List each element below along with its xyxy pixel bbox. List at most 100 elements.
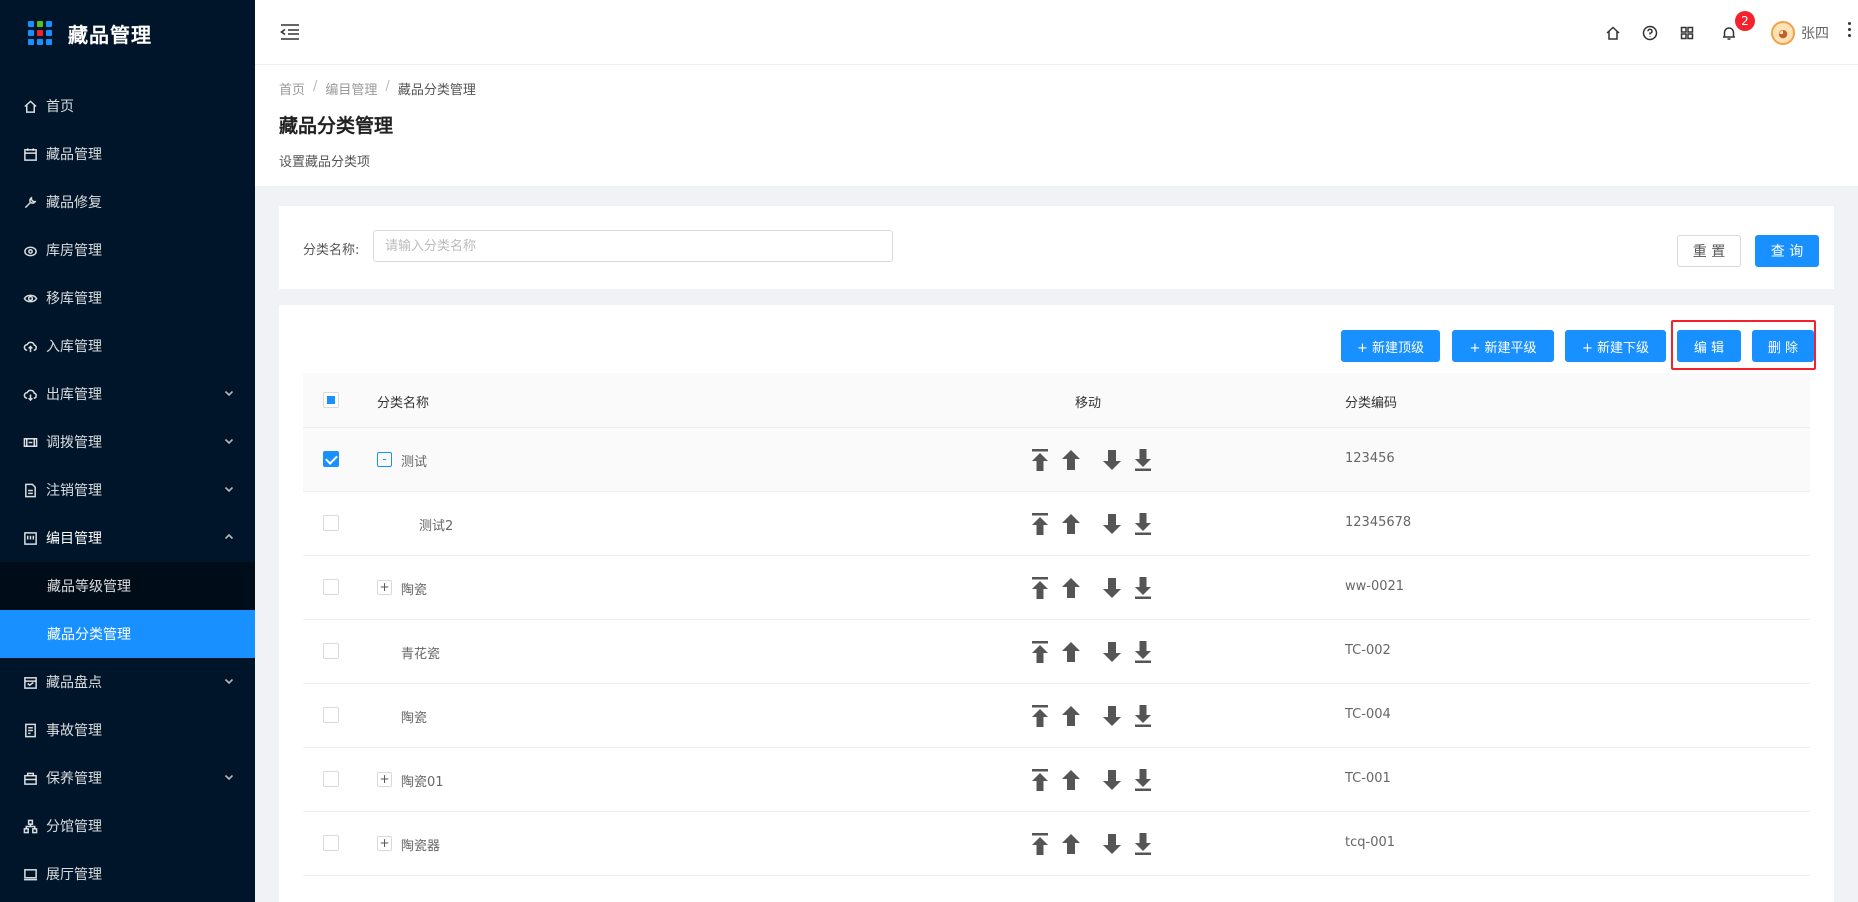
breadcrumb-catalog[interactable]: 编目管理 [325,79,377,98]
row-checkbox[interactable] [323,515,339,531]
sidebar-item-restoration[interactable]: 藏品修复 [0,178,255,226]
move-up-icon[interactable] [1058,510,1084,538]
move-up-icon[interactable] [1058,446,1084,474]
chevron-down-icon [223,483,235,495]
move-controls [1027,510,1161,538]
move-up-icon[interactable] [1058,702,1084,730]
sidebar-item-home[interactable]: 首页 [0,82,255,130]
logo: 藏品管理 [0,0,255,66]
sidebar-item-label: 移库管理 [46,291,102,307]
sidebar-item-collection-category[interactable]: 藏品分类管理 [0,610,255,658]
move-down-icon[interactable] [1099,574,1125,602]
maintenance-icon [22,770,38,786]
catalog-icon [22,530,38,546]
move-up-icon[interactable] [1058,766,1084,794]
query-button[interactable]: 查 询 [1755,235,1819,267]
move-to-top-icon[interactable] [1027,766,1053,794]
new-child-button[interactable]: + 新建下级 [1565,330,1666,362]
move-down-icon[interactable] [1099,702,1125,730]
home-icon[interactable] [1605,25,1621,41]
move-to-bottom-icon[interactable] [1130,702,1156,730]
branch-icon [22,818,38,834]
sidebar-item-collections[interactable]: 藏品管理 [0,130,255,178]
sidebar-item-label: 藏品修复 [46,195,102,211]
move-down-icon[interactable] [1099,446,1125,474]
collapse-row-button[interactable]: - [377,452,392,467]
apps-icon[interactable] [1679,25,1695,41]
breadcrumb-home[interactable]: 首页 [279,79,305,98]
category-name-cell: 陶瓷 [401,711,428,726]
sidebar-item-inbound[interactable]: 入库管理 [0,322,255,370]
select-all-checkbox[interactable] [323,392,339,408]
move-down-icon[interactable] [1099,766,1125,794]
sidebar-item-inventory[interactable]: 藏品盘点 [0,658,255,706]
category-name-input[interactable] [373,230,893,262]
sidebar-item-accident[interactable]: 事故管理 [0,706,255,754]
table-row[interactable]: - 测试 123456 [303,428,1810,492]
menu-fold-icon[interactable] [279,22,301,42]
move-to-top-icon[interactable] [1027,446,1053,474]
sidebar-menu: 首页 藏品管理 藏品修复 库房管理 移库管理 入库管理 出库管理 调拨管理 注销… [0,82,255,898]
move-to-top-icon[interactable] [1027,574,1053,602]
sidebar-item-label: 分馆管理 [46,819,102,835]
search-form: 分类名称: 重 置 查 询 [279,206,1834,289]
table-row[interactable]: + 陶瓷 ww-0021 [303,556,1810,620]
sidebar-item-transfer-storage[interactable]: 移库管理 [0,274,255,322]
calendar-icon [22,146,38,162]
sidebar-item-branch[interactable]: 分馆管理 [0,802,255,850]
move-to-bottom-icon[interactable] [1130,766,1156,794]
row-checkbox[interactable] [323,707,339,723]
expand-row-button[interactable]: + [377,580,392,595]
sidebar-item-catalog[interactable]: 编目管理 [0,514,255,562]
move-to-bottom-icon[interactable] [1130,510,1156,538]
table-row[interactable]: 青花瓷 TC-002 [303,620,1810,684]
move-to-top-icon[interactable] [1027,702,1053,730]
username[interactable]: 张四 [1801,23,1829,43]
file-icon [22,482,38,498]
table-row[interactable]: 测试2 12345678 [303,492,1810,556]
sidebar-item-warehouse[interactable]: 库房管理 [0,226,255,274]
avatar[interactable]: ◕ [1771,21,1795,45]
reset-button[interactable]: 重 置 [1677,235,1741,267]
row-checkbox[interactable] [323,771,339,787]
category-code-cell: TC-001 [1345,771,1391,786]
move-down-icon[interactable] [1099,638,1125,666]
move-up-icon[interactable] [1058,574,1084,602]
sidebar-item-cancellation[interactable]: 注销管理 [0,466,255,514]
new-top-level-button[interactable]: + 新建顶级 [1341,330,1440,362]
move-up-icon[interactable] [1058,638,1084,666]
table-row[interactable]: + 陶瓷01 TC-001 [303,748,1810,812]
sidebar-item-allocation[interactable]: 调拨管理 [0,418,255,466]
move-to-top-icon[interactable] [1027,510,1053,538]
sidebar-item-maintenance[interactable]: 保养管理 [0,754,255,802]
more-vertical-icon[interactable] [1848,22,1852,40]
row-checkbox[interactable] [323,643,339,659]
move-to-bottom-icon[interactable] [1130,638,1156,666]
sidebar-item-collection-grade[interactable]: 藏品等级管理 [0,562,255,610]
table-row[interactable]: + 陶瓷器 tcq-001 [303,812,1810,876]
column-header-code: 分类编码 [1345,396,1398,411]
category-name-cell: 测试 [401,455,428,470]
row-checkbox[interactable] [323,579,339,595]
row-checkbox[interactable] [323,835,339,851]
category-name-cell: 陶瓷 [401,583,428,598]
expand-row-button[interactable]: + [377,772,392,787]
move-down-icon[interactable] [1099,510,1125,538]
move-to-top-icon[interactable] [1027,638,1053,666]
move-to-top-icon[interactable] [1027,830,1053,858]
move-to-bottom-icon[interactable] [1130,574,1156,602]
row-checkbox[interactable] [323,451,339,467]
help-icon[interactable] [1642,25,1658,41]
expand-row-button[interactable]: + [377,836,392,851]
sidebar-item-exhibition-hall[interactable]: 展厅管理 [0,850,255,898]
apps-grid-icon [28,21,52,45]
sidebar-item-outbound[interactable]: 出库管理 [0,370,255,418]
move-to-bottom-icon[interactable] [1130,446,1156,474]
table-row[interactable]: 陶瓷 TC-004 [303,684,1810,748]
move-up-icon[interactable] [1058,830,1084,858]
move-to-bottom-icon[interactable] [1130,830,1156,858]
new-sibling-button[interactable]: + 新建平级 [1452,330,1554,362]
move-down-icon[interactable] [1099,830,1125,858]
sidebar-item-label: 展厅管理 [46,867,102,883]
bell-icon[interactable] [1721,25,1737,41]
